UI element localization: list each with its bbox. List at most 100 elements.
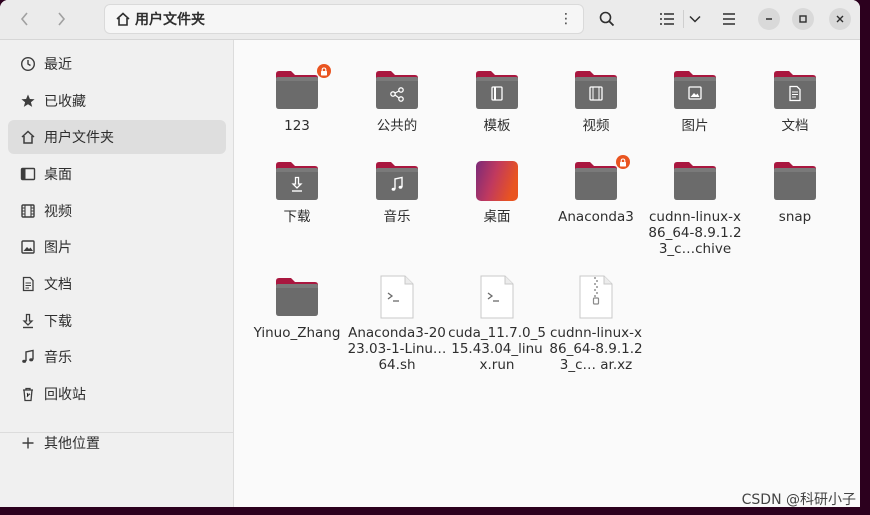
watermark-text: CSDN @科研小子 <box>741 492 856 508</box>
file-item[interactable]: 公共的 <box>347 66 447 134</box>
sidebar-item-label: 音乐 <box>44 350 72 366</box>
view-options-button[interactable] <box>684 5 706 33</box>
file-name: 文档 <box>781 118 809 134</box>
file-item[interactable]: 视频 <box>546 66 646 134</box>
sidebar-item-6[interactable]: 文档 <box>8 267 226 301</box>
file-name: Anaconda3-2023.03-1-Linu… 64.sh <box>347 325 447 373</box>
sidebar-item-9[interactable]: 回收站 <box>8 377 226 411</box>
file-name: snap <box>778 209 812 225</box>
chevron-right-icon <box>58 12 66 26</box>
sidebar-item-label: 已收藏 <box>44 94 86 110</box>
file-item[interactable]: 桌面 <box>447 157 547 225</box>
star-icon <box>20 93 36 109</box>
sidebar-item-label: 桌面 <box>44 167 72 183</box>
file-item[interactable]: Anaconda3-2023.03-1-Linu… 64.sh <box>347 273 447 373</box>
file-item[interactable]: 123 <box>247 64 347 134</box>
folder-icon <box>273 64 331 114</box>
path-current-label[interactable]: 用户文件夹 <box>135 9 205 29</box>
template-folder-icon <box>473 66 521 114</box>
path-menu-icon[interactable]: ⋮ <box>559 11 573 27</box>
sidebar-item-label: 下载 <box>44 314 72 330</box>
lock-icon <box>317 64 331 78</box>
folder-icon <box>273 273 321 321</box>
picture-icon <box>20 239 36 255</box>
folder-icon <box>671 157 719 205</box>
home-icon <box>116 12 130 26</box>
folder-icon <box>771 157 819 205</box>
list-view-icon <box>660 13 674 25</box>
file-item[interactable]: 模板 <box>447 66 547 134</box>
plus-icon <box>20 435 36 451</box>
file-name: 123 <box>284 118 310 134</box>
sidebar-item-0[interactable]: 最近 <box>8 47 226 81</box>
file-item[interactable]: cudnn-linux-x86_64-8.9.1.23_c…chive <box>645 157 745 257</box>
folder-icon <box>572 155 630 205</box>
file-item[interactable]: cuda_11.7.0_515.43.04_linux.run <box>447 273 547 373</box>
file-item[interactable]: 音乐 <box>347 157 447 225</box>
sidebar-item-label: 用户文件夹 <box>44 130 114 146</box>
file-item[interactable]: Yinuo_Zhang <box>247 273 347 341</box>
forward-button[interactable] <box>46 5 76 33</box>
sidebar-item-4[interactable]: 视频 <box>8 194 226 228</box>
file-name: 模板 <box>483 118 511 134</box>
main-menu-button[interactable] <box>714 5 744 33</box>
chevron-left-icon <box>20 12 28 26</box>
file-name: 桌面 <box>483 209 511 225</box>
sidebar-item-label: 回收站 <box>44 387 86 403</box>
minimize-icon <box>766 18 772 20</box>
file-item[interactable]: 文档 <box>745 66 845 134</box>
sidebar-item-label: 图片 <box>44 240 72 256</box>
file-name: cuda_11.7.0_515.43.04_linux.run <box>448 325 546 373</box>
header-bar: 用户文件夹 ⋮ <box>0 0 860 40</box>
file-item[interactable]: 下载 <box>247 157 347 225</box>
sidebar-item-7[interactable]: 下载 <box>8 304 226 338</box>
hamburger-icon <box>723 13 735 25</box>
file-name: 视频 <box>582 118 610 134</box>
desktop-folder-icon <box>473 157 521 205</box>
clock-icon <box>20 56 36 72</box>
document-icon <box>20 276 36 292</box>
picture-folder-icon <box>671 66 719 114</box>
archive-file-icon <box>572 273 620 321</box>
file-name: 下载 <box>283 209 311 225</box>
sidebar-item-1[interactable]: 已收藏 <box>8 84 226 118</box>
sidebar: 最近已收藏用户文件夹桌面视频图片文档下载音乐回收站其他位置 <box>0 40 234 507</box>
download-folder-icon <box>273 157 321 205</box>
desktop-icon <box>20 166 36 182</box>
chevron-down-icon <box>689 15 701 23</box>
sidebar-item-2[interactable]: 用户文件夹 <box>8 120 226 154</box>
file-manager-window: 用户文件夹 ⋮ 最近 已收藏 用户文件夹 桌面 视频 图片 文档 下载 音乐 回收站 其他位置 12… <box>0 0 860 507</box>
sidebar-item-label: 最近 <box>44 57 72 73</box>
minimize-button[interactable] <box>758 8 780 30</box>
file-item[interactable]: cudnn-linux-x86_64-8.9.1.23_c… ar.xz <box>546 273 646 373</box>
maximize-button[interactable] <box>792 8 814 30</box>
sidebar-item-5[interactable]: 图片 <box>8 230 226 264</box>
close-button[interactable] <box>829 8 851 30</box>
maximize-icon <box>799 15 807 23</box>
file-name: Yinuo_Zhang <box>253 325 341 341</box>
sidebar-item-3[interactable]: 桌面 <box>8 157 226 191</box>
sidebar-item-label: 文档 <box>44 277 72 293</box>
home-icon <box>20 129 36 145</box>
path-bar[interactable]: 用户文件夹 ⋮ <box>104 4 584 34</box>
file-name: 音乐 <box>383 209 411 225</box>
view-list-button[interactable] <box>652 5 682 33</box>
file-item[interactable]: snap <box>745 157 845 225</box>
music-icon <box>20 349 36 365</box>
sidebar-item-label: 其他位置 <box>44 436 100 452</box>
video-folder-icon <box>572 66 620 114</box>
sidebar-item-label: 视频 <box>44 204 72 220</box>
sidebar-item-8[interactable]: 音乐 <box>8 340 226 374</box>
file-item[interactable]: 图片 <box>645 66 745 134</box>
file-grid: 123 公共的 模板 视频 图片 文档下载 音乐 桌面 Anaconda3 cudnn-linux… <box>235 40 860 507</box>
script-file-icon <box>373 273 421 321</box>
file-name: Anaconda3 <box>558 209 634 225</box>
back-button[interactable] <box>10 5 40 33</box>
document-folder-icon <box>771 66 819 114</box>
search-button[interactable] <box>592 5 622 33</box>
music-folder-icon <box>373 157 421 205</box>
file-item[interactable]: Anaconda3 <box>546 155 646 225</box>
file-name: 图片 <box>681 118 709 134</box>
share-folder-icon <box>373 66 421 114</box>
script-file-icon <box>473 273 521 321</box>
